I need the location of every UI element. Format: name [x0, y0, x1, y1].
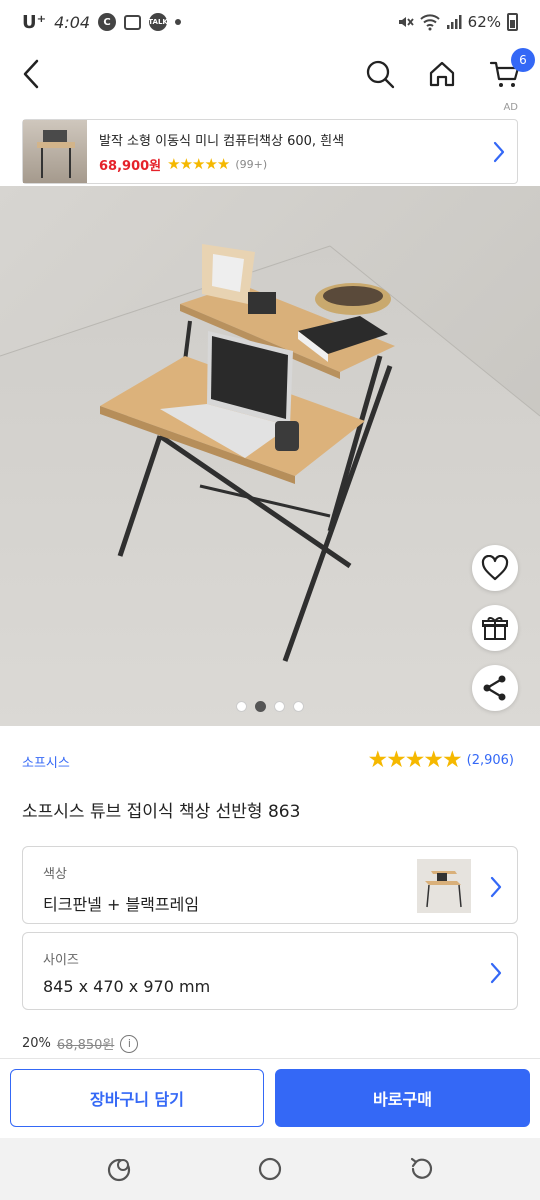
talk-notification-icon: TALK [148, 13, 168, 31]
gift-button[interactable] [472, 605, 518, 651]
gallery-notification-icon [124, 14, 142, 30]
home-circle-icon [258, 1157, 282, 1181]
share-icon [483, 675, 506, 701]
size-option-label: 사이즈 [43, 953, 79, 968]
gallery-dot[interactable] [293, 701, 304, 712]
gift-icon [482, 617, 508, 640]
color-option-thumbnail [417, 859, 471, 913]
home-icon [429, 61, 455, 87]
top-header: 6 [0, 44, 540, 100]
status-left: U⁺ 4:04 C TALK [22, 11, 182, 33]
battery-percent: 62% [467, 13, 501, 31]
carrier-label: U⁺ [22, 11, 47, 33]
mute-icon [398, 17, 414, 27]
product-title: 소프시스 튜브 접이식 책상 선반형 863 [22, 802, 301, 822]
system-home-button[interactable] [253, 1152, 287, 1186]
cart-button[interactable]: 6 [483, 48, 535, 96]
chevron-right-icon [489, 875, 503, 903]
search-button[interactable] [358, 52, 402, 96]
signal-icon [446, 15, 462, 29]
color-option-value: 티크판넬 + 블랙프레임 [43, 895, 200, 914]
status-right: 62% [396, 13, 518, 31]
gallery-dot-active[interactable] [255, 701, 266, 712]
battery-icon [507, 13, 518, 31]
rotate-back-icon [410, 1157, 433, 1179]
price-discount-row: 20% 68,850원 i [22, 1034, 139, 1053]
recent-apps-icon [107, 1158, 131, 1182]
brand-link[interactable]: 소프시스 [22, 752, 70, 771]
gallery-pagination [0, 701, 540, 712]
ad-label: AD [503, 102, 518, 113]
review-count: (2,906) [466, 752, 514, 768]
gallery-dot[interactable] [274, 701, 285, 712]
ad-thumbnail [23, 120, 87, 183]
size-option-selector[interactable]: 사이즈 845 x 470 x 970 mm [22, 932, 518, 1010]
recent-apps-button[interactable] [102, 1152, 136, 1186]
ad-price: 68,900원 [99, 158, 162, 174]
ad-meta: 68,900원 ★★★★★ (99+) [99, 155, 481, 174]
product-rating[interactable]: ★★★★★ (2,906) [368, 747, 514, 773]
back-icon [23, 59, 39, 89]
heart-icon [481, 555, 509, 581]
size-option-value: 845 x 470 x 970 mm [43, 977, 211, 996]
system-nav-bar [0, 1138, 540, 1200]
system-back-button[interactable] [404, 1152, 438, 1186]
status-bar: U⁺ 4:04 C TALK 62% [0, 0, 540, 44]
ad-banner[interactable]: 발작 소형 이동식 미니 컴퓨터책상 600, 흰색 68,900원 ★★★★★… [22, 119, 518, 184]
product-image-gallery[interactable] [0, 186, 540, 726]
chevron-right-icon [489, 961, 503, 989]
gallery-dot[interactable] [236, 701, 247, 712]
more-notifications-icon [175, 19, 182, 25]
color-option-label: 색상 [43, 867, 67, 882]
wishlist-button[interactable] [472, 545, 518, 591]
discount-rate: 20% [22, 1036, 51, 1051]
ad-title: 발작 소형 이동식 미니 컴퓨터책상 600, 흰색 [99, 133, 345, 149]
wifi-icon [419, 14, 440, 31]
ad-rating-count: (99+) [235, 157, 268, 171]
ad-star-rating: ★★★★★ [167, 155, 230, 173]
status-time: 4:04 [54, 12, 91, 32]
product-photo [0, 186, 540, 726]
cart-count-badge: 6 [511, 48, 535, 72]
notification-c-icon: C [98, 13, 117, 31]
add-to-cart-button[interactable]: 장바구니 담기 [10, 1069, 264, 1127]
ad-info: 발작 소형 이동식 미니 컴퓨터책상 600, 흰색 68,900원 ★★★★★… [99, 130, 481, 174]
ad-chevron-icon [481, 140, 517, 164]
back-button[interactable] [10, 52, 54, 96]
purchase-action-bar: 장바구니 담기 바로구매 [0, 1058, 540, 1138]
color-option-selector[interactable]: 색상 티크판넬 + 블랙프레임 [22, 846, 518, 924]
star-rating: ★★★★★ [367, 747, 463, 773]
price-info-icon[interactable]: i [120, 1034, 139, 1053]
buy-now-button[interactable]: 바로구매 [275, 1069, 530, 1127]
search-icon [366, 60, 395, 89]
original-price: 68,850원 [56, 1038, 115, 1053]
home-button[interactable] [420, 52, 464, 96]
